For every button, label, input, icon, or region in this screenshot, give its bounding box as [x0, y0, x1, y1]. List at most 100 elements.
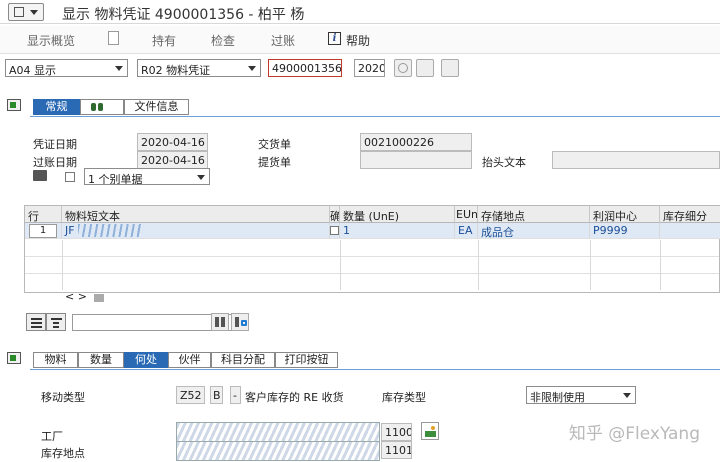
tab-where[interactable]: 何处: [124, 352, 168, 368]
grid-search-input[interactable]: [72, 314, 232, 331]
binoculars-icon: [215, 317, 219, 327]
storage-cell[interactable]: 成品仓: [478, 223, 590, 239]
deselect-all-button[interactable]: [46, 313, 66, 331]
image-icon[interactable]: [421, 422, 439, 440]
stock-type-value: 非限制使用: [530, 391, 585, 404]
doc-number-input[interactable]: 4900001356: [268, 59, 342, 77]
find-button[interactable]: [416, 59, 434, 77]
grid-row-divider: [25, 256, 719, 257]
stock-seg-cell[interactable]: [660, 223, 720, 239]
grid-col-divider: [62, 240, 63, 290]
grid-col-divider: [478, 240, 479, 290]
movement-dash-field[interactable]: -: [230, 386, 241, 404]
redacted-plant-text: [176, 422, 380, 442]
line-number[interactable]: 1: [29, 224, 57, 238]
grid-scroll-nav[interactable]: < >: [62, 290, 104, 303]
tab-quantity[interactable]: 数量: [78, 352, 124, 368]
storage-location-field[interactable]: 1101: [381, 441, 412, 459]
col-header-material-text[interactable]: 物料短文本: [62, 206, 330, 223]
find-icon[interactable]: [211, 313, 229, 331]
material-text-cell[interactable]: JF: [62, 223, 330, 239]
binoculars-icon: [221, 317, 225, 327]
item-divider: [30, 369, 720, 370]
col-header-ok[interactable]: 确: [330, 206, 340, 223]
delivery-note-field[interactable]: 0021000226: [360, 133, 472, 151]
collapse-item-icon[interactable]: [7, 352, 21, 364]
print-checkbox[interactable]: [65, 172, 75, 182]
col-header-storage[interactable]: 存储地点: [478, 206, 590, 223]
binoculars-icon: [235, 317, 239, 327]
overview-button[interactable]: 显示概览: [27, 32, 75, 49]
movement-type-label: 移动类型: [41, 391, 85, 404]
clock-icon: [398, 63, 408, 73]
header-text-field[interactable]: [552, 151, 720, 169]
post-date-field[interactable]: 2020-04-16: [137, 151, 208, 169]
scroll-nav-arrows[interactable]: < >: [65, 290, 87, 303]
printer-icon[interactable]: [33, 170, 47, 181]
lines-icon: [31, 322, 42, 324]
lines-icon: [51, 318, 62, 320]
plant-field[interactable]: 1100: [381, 423, 412, 441]
chevron-down-icon: [623, 393, 631, 398]
window-title: 显示 物料凭证 4900001356 - 柏平 杨: [62, 7, 305, 23]
system-menu-button[interactable]: [8, 3, 44, 21]
calculator-button[interactable]: [441, 59, 459, 77]
doc-date-field[interactable]: 2020-04-16: [137, 133, 208, 151]
print-option-select[interactable]: 1 个别单据: [84, 168, 210, 185]
watermark: 知乎 @FlexYang: [568, 424, 700, 444]
action-select[interactable]: A04 显示: [5, 59, 128, 77]
chevron-down-icon: [30, 10, 38, 15]
execute-button[interactable]: [394, 59, 412, 77]
redacted-text: [78, 224, 142, 237]
col-header-line[interactable]: 行: [25, 206, 62, 223]
plant-label: 工厂: [41, 430, 63, 443]
print-option-value: 1 个别单据: [88, 173, 143, 185]
movement-text: 客户库存的 RE 收货: [245, 391, 344, 404]
reference-select-value: R02 物料凭证: [141, 64, 211, 77]
hold-button[interactable]: 持有: [152, 32, 176, 49]
col-header-profit-center[interactable]: 利润中心: [590, 206, 660, 223]
post-date-label: 过账日期: [33, 156, 77, 169]
lines-icon: [53, 326, 59, 328]
tab-print-button[interactable]: 打印按钮: [275, 352, 338, 368]
check-button[interactable]: 检查: [211, 32, 235, 49]
stock-type-select[interactable]: 非限制使用: [526, 386, 636, 404]
lines-icon: [53, 322, 59, 324]
table-row[interactable]: 1: [25, 223, 62, 239]
bill-lading-field[interactable]: [360, 151, 472, 169]
info-icon[interactable]: i: [328, 32, 341, 45]
document-icon[interactable]: [108, 31, 119, 45]
tab-doc-info[interactable]: 文件信息: [124, 99, 189, 115]
profit-center-cell[interactable]: P9999: [590, 223, 660, 239]
tab-account-assignment[interactable]: 科目分配: [211, 352, 275, 368]
movement-indicator-field[interactable]: B: [210, 386, 223, 404]
header-divider: [30, 116, 720, 117]
post-button[interactable]: 过账: [271, 32, 295, 49]
ok-cell[interactable]: [330, 223, 340, 239]
tab-material[interactable]: 物料: [33, 352, 78, 368]
doc-year-input[interactable]: 2020: [354, 59, 385, 77]
col-header-quantity[interactable]: 数量 (UnE): [340, 206, 455, 223]
movement-type-field[interactable]: Z52: [176, 386, 205, 404]
help-button[interactable]: 帮助: [346, 32, 370, 49]
select-all-button[interactable]: [26, 313, 46, 331]
delivery-note-label: 交货单: [258, 138, 291, 151]
window-icon: [14, 7, 24, 17]
collapse-header-icon[interactable]: [7, 99, 21, 111]
col-header-stock-seg[interactable]: 库存细分: [660, 206, 720, 223]
lines-icon: [31, 326, 42, 328]
redacted-storage-text: [176, 441, 380, 461]
title-bar: 显示 物料凭证 4900001356 - 柏平 杨: [0, 0, 720, 24]
ok-checkbox[interactable]: [330, 226, 339, 235]
person-icon: [91, 103, 96, 111]
col-header-unit[interactable]: EUn: [455, 206, 478, 223]
tab-partner[interactable]: [80, 99, 124, 115]
tab-partner-item[interactable]: 伙伴: [168, 352, 211, 368]
reference-select[interactable]: R02 物料凭证: [137, 59, 261, 77]
scrollbar-thumb[interactable]: [94, 294, 104, 302]
quantity-cell[interactable]: 1: [340, 223, 455, 239]
find-next-icon[interactable]: [231, 313, 249, 331]
grid-col-divider: [340, 240, 341, 290]
tab-general[interactable]: 常规: [33, 99, 80, 115]
unit-cell[interactable]: EA: [455, 223, 478, 239]
